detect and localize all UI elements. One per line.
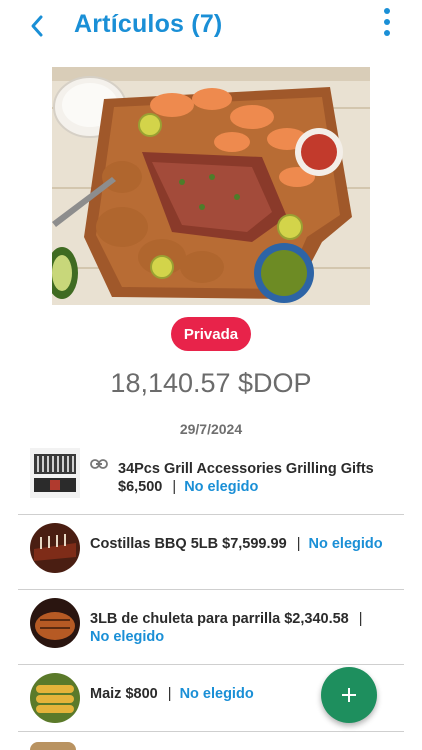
- item-price: $7,599.99: [222, 536, 287, 552]
- add-item-button[interactable]: [321, 667, 377, 723]
- item-price: $2,340.58: [284, 611, 349, 627]
- page-title: Artículos (7): [74, 10, 223, 38]
- item-name: 34Pcs Grill Accessories Grilling Gifts: [118, 461, 374, 477]
- list-date: 29/7/2024: [179, 421, 243, 437]
- item-name: Maiz: [90, 686, 122, 702]
- item-thumbnail: [30, 673, 80, 723]
- item-thumbnail: [30, 523, 80, 573]
- item-price: $6,500: [118, 479, 163, 495]
- plus-icon: [342, 688, 356, 702]
- list-item[interactable]: 3LB de chuleta para parrilla $2,340.58 |…: [18, 590, 404, 665]
- more-options-button[interactable]: [374, 6, 400, 38]
- divider: [18, 731, 404, 732]
- item-status[interactable]: No elegido: [180, 686, 254, 702]
- item-thumbnail: [30, 448, 80, 498]
- back-button[interactable]: [22, 10, 52, 42]
- list-total: 18,140.57 $DOP: [110, 368, 312, 398]
- item-name: Costillas BBQ 5LB: [90, 536, 219, 552]
- item-price: $800: [125, 686, 158, 702]
- chevron-left-icon: [31, 15, 43, 37]
- item-status[interactable]: No elegido: [309, 536, 383, 552]
- list-item[interactable]: 34Pcs Grill Accessories Grilling Gifts $…: [18, 440, 404, 515]
- item-status[interactable]: No elegido: [184, 479, 258, 495]
- top-bar: Artículos (7): [0, 0, 422, 52]
- list-item-partial: [30, 742, 76, 750]
- item-thumbnail: [30, 598, 80, 648]
- item-name: 3LB de chuleta para parrilla: [90, 611, 281, 627]
- more-vertical-icon: [384, 8, 390, 14]
- privacy-badge: Privada: [171, 317, 251, 351]
- list-cover-image: [52, 67, 370, 305]
- list-item[interactable]: Costillas BBQ 5LB $7,599.99 | No elegido: [18, 515, 404, 590]
- link-icon: [90, 459, 108, 469]
- item-status[interactable]: No elegido: [90, 629, 164, 645]
